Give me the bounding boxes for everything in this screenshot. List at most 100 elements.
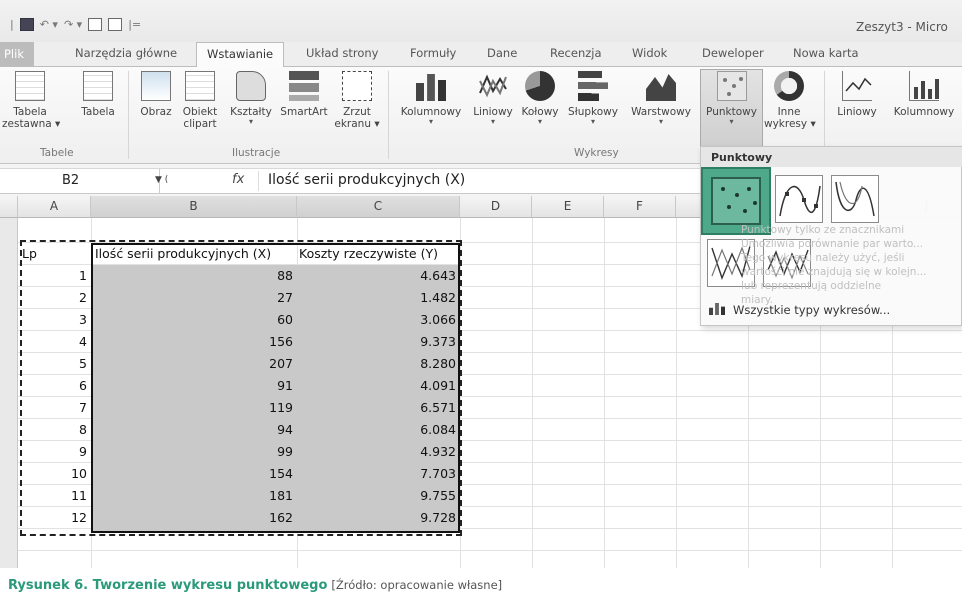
bar-chart-icon [578,71,608,101]
line-chart-button[interactable]: Liniowy ▾ [470,71,516,126]
ribbon-tabs: Plik Narzędzia główne Wstawianie Układ s… [0,42,962,68]
other-charts-label-2: wykresy ▾ [764,118,816,130]
name-box[interactable]: B2 [0,169,160,193]
bar-chart-button[interactable]: Słupkowy ▾ [564,71,622,126]
sparkline-line-icon [842,71,872,101]
column-header-f[interactable]: F [604,196,676,218]
row-headers[interactable] [0,218,18,568]
dropdown-arrow-icon: ▾ [537,117,542,126]
tab-formulas[interactable]: Formuły [410,46,456,60]
redo-icon[interactable]: ↷ ▾ [64,18,82,31]
clipart-button[interactable]: Obiekt clipart [180,71,220,130]
shapes-icon [236,71,266,101]
caption-title: Rysunek 6. Tworzenie wykresu punktowego [8,578,328,593]
area-chart-icon [646,74,676,101]
column-chart-button[interactable]: Kolumnowy ▾ [396,71,466,126]
sparkline-column-button[interactable]: Kolumnowy [884,71,962,118]
column-header-e[interactable]: E [532,196,604,218]
tab-insert[interactable]: Wstawianie [196,42,285,68]
scatter-chart-button[interactable]: Punktowy ▾ [700,71,763,126]
scatter-smooth-lines-markers-icon [779,185,821,217]
column-chart-icon [416,74,446,101]
window-title: Zeszyt3 - Micro [856,20,948,34]
grid-line [18,550,962,551]
new-document-icon[interactable] [88,18,103,31]
pivot-table-icon [15,71,45,101]
line-chart-icon [478,71,508,101]
column-header-c[interactable]: C [297,196,460,218]
scatter-smooth-lines-icon [835,181,875,217]
name-box-dropdown-icon[interactable]: ▼ ( [155,175,168,185]
scatter-chart-gallery: Punktowy Punktowy tylko ze znacznikami U… [700,146,962,326]
dropdown-arrow-icon: ▾ [729,117,734,126]
smartart-icon [289,71,319,101]
quick-access-toolbar: | ↶ ▾ ↷ ▾ |= [10,18,141,31]
column-header-d[interactable]: D [460,196,532,218]
insert-function-icon[interactable]: fx [232,172,244,187]
tab-file[interactable]: Plik [0,42,34,66]
screenshot-icon [342,71,372,101]
column-chart-icon [709,303,725,315]
other-charts-icon [774,71,804,101]
tab-data[interactable]: Dane [487,46,517,60]
gallery-header: Punktowy [701,147,962,167]
picture-button[interactable]: Obraz [136,71,176,118]
tab-page-layout[interactable]: Układ strony [306,46,378,60]
title-bar: | ↶ ▾ ↷ ▾ |= Zeszyt3 - Micro [0,0,962,42]
caption-source: [Źródło: opracowanie własne] [331,578,503,592]
figure-caption: Rysunek 6. Tworzenie wykresu punktowego[… [8,578,502,593]
tab-developer[interactable]: Deweloper [702,46,764,60]
print-preview-icon[interactable] [108,18,123,31]
tab-new[interactable]: Nowa karta [793,46,859,60]
screenshot-button[interactable]: Zrzut ekranu ▾ [332,71,382,130]
grid-line [532,218,533,568]
pivot-table-button[interactable]: Tabela zestawna ▾ [2,71,61,130]
undo-icon[interactable]: ↶ ▾ [40,18,58,31]
scatter-smooth-lines-option[interactable] [831,175,879,223]
column-header-b[interactable]: B [91,196,297,218]
pivot-table-label-2: zestawna ▾ [2,118,61,130]
screenshot-label-2: ekranu ▾ [334,118,380,130]
shapes-button[interactable]: Kształty ▾ [226,71,276,126]
dropdown-arrow-icon: ▾ [658,117,663,126]
group-charts-label: Wykresy [574,147,619,159]
table-button[interactable]: Tabela [76,71,120,118]
group-separator [128,71,129,159]
formula-bar-separator [258,171,259,191]
dropdown-arrow-icon: ▾ [248,117,253,126]
pie-chart-icon [525,71,555,101]
other-charts-button[interactable]: Inne wykresy ▾ [764,71,816,130]
column-header-a[interactable]: A [18,196,91,218]
smartart-button[interactable]: SmartArt [276,71,332,118]
formula-input[interactable]: Ilość serii produkcyjnych (X) [268,172,465,188]
scatter-markers-only-icon [711,177,761,225]
dropdown-arrow-icon: ▾ [590,117,595,126]
group-separator [388,71,389,159]
dropdown-arrow-icon: ▾ [428,117,433,126]
pie-chart-button[interactable]: Kołowy ▾ [518,71,562,126]
scatter-chart-icon [716,71,747,101]
tab-view[interactable]: Widok [632,46,667,60]
table-icon [83,71,113,101]
picture-icon [141,71,171,101]
area-chart-button[interactable]: Warstwowy ▾ [626,71,696,126]
grid-line [604,218,605,568]
scatter-tooltip: Punktowy tylko ze znacznikami Umożliwia … [741,224,927,306]
group-illustrations-label: Ilustracje [232,147,281,159]
qat-separator: | [10,18,14,31]
sparkline-column-icon [909,71,939,101]
scatter-smooth-lines-markers-option[interactable] [775,175,823,223]
tab-home[interactable]: Narzędzia główne [75,46,177,60]
save-icon[interactable] [19,18,34,31]
all-chart-types-link[interactable]: Wszystkie typy wykresów... [709,303,890,317]
tab-review[interactable]: Recenzja [550,46,602,60]
grid-line [676,218,677,568]
select-all-corner[interactable] [0,196,18,218]
qat-customize[interactable]: |= [128,18,141,31]
copy-marquee [20,240,462,536]
dropdown-arrow-icon: ▾ [490,117,495,126]
group-tables-label: Tabele [40,147,74,159]
excel-window: | ↶ ▾ ↷ ▾ |= Zeszyt3 - Micro Plik Narzęd… [0,0,962,568]
clipart-icon [185,71,215,101]
sparkline-line-button[interactable]: Liniowy [832,71,882,118]
